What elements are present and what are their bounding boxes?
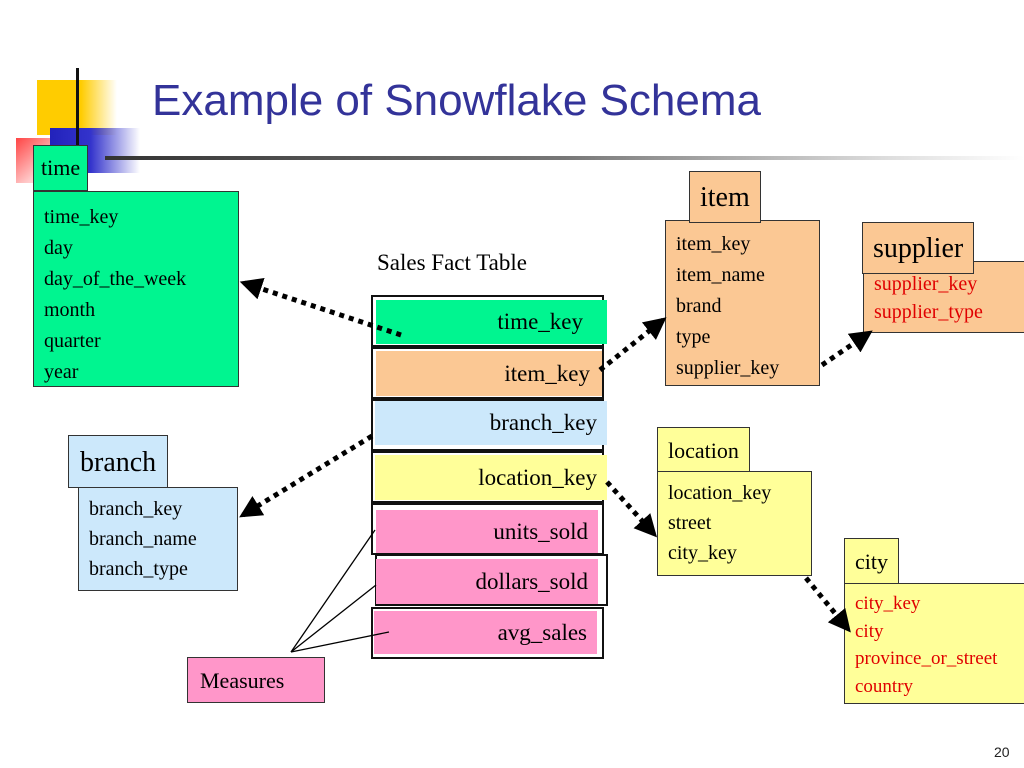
page-number: 20 bbox=[994, 744, 1010, 760]
item-fact-connector bbox=[598, 317, 667, 372]
measures-pointer-avg-sales bbox=[290, 631, 390, 653]
location-city-connector bbox=[804, 576, 851, 633]
time-fact-connector bbox=[239, 277, 402, 338]
location-fact-connector bbox=[605, 480, 658, 538]
measures-pointer-dollars-sold bbox=[290, 584, 377, 653]
branch-fact-connector bbox=[239, 433, 374, 518]
measures-pointer-units-sold bbox=[290, 529, 376, 653]
item-supplier-connector bbox=[820, 330, 873, 368]
connector-layer bbox=[239, 277, 873, 653]
